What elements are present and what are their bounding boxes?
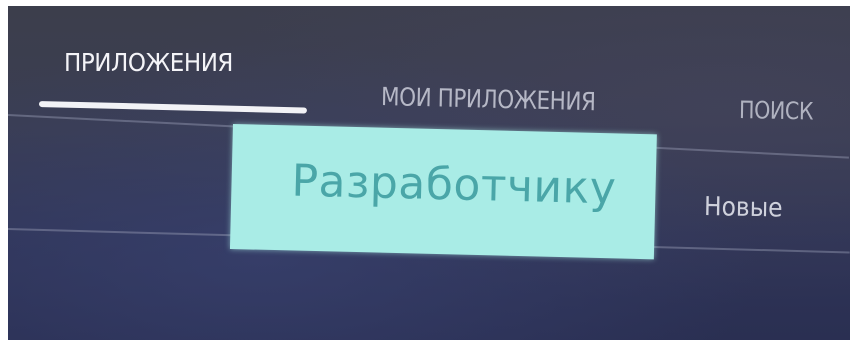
- tv-app-store-screen: ПРИЛОЖЕНИЯ МОИ ПРИЛОЖЕНИЯ ПОИСК Разработ…: [8, 6, 850, 340]
- tab-search[interactable]: ПОИСК: [739, 96, 814, 125]
- category-developers-selected[interactable]: Разработчику: [229, 124, 657, 260]
- tab-my-apps[interactable]: МОИ ПРИЛОЖЕНИЯ: [381, 82, 596, 116]
- tab-apps[interactable]: ПРИЛОЖЕНИЯ: [64, 48, 233, 77]
- active-tab-indicator: [38, 101, 307, 114]
- category-developers-label: Разработчику: [291, 155, 617, 215]
- category-new[interactable]: Новые: [704, 192, 783, 224]
